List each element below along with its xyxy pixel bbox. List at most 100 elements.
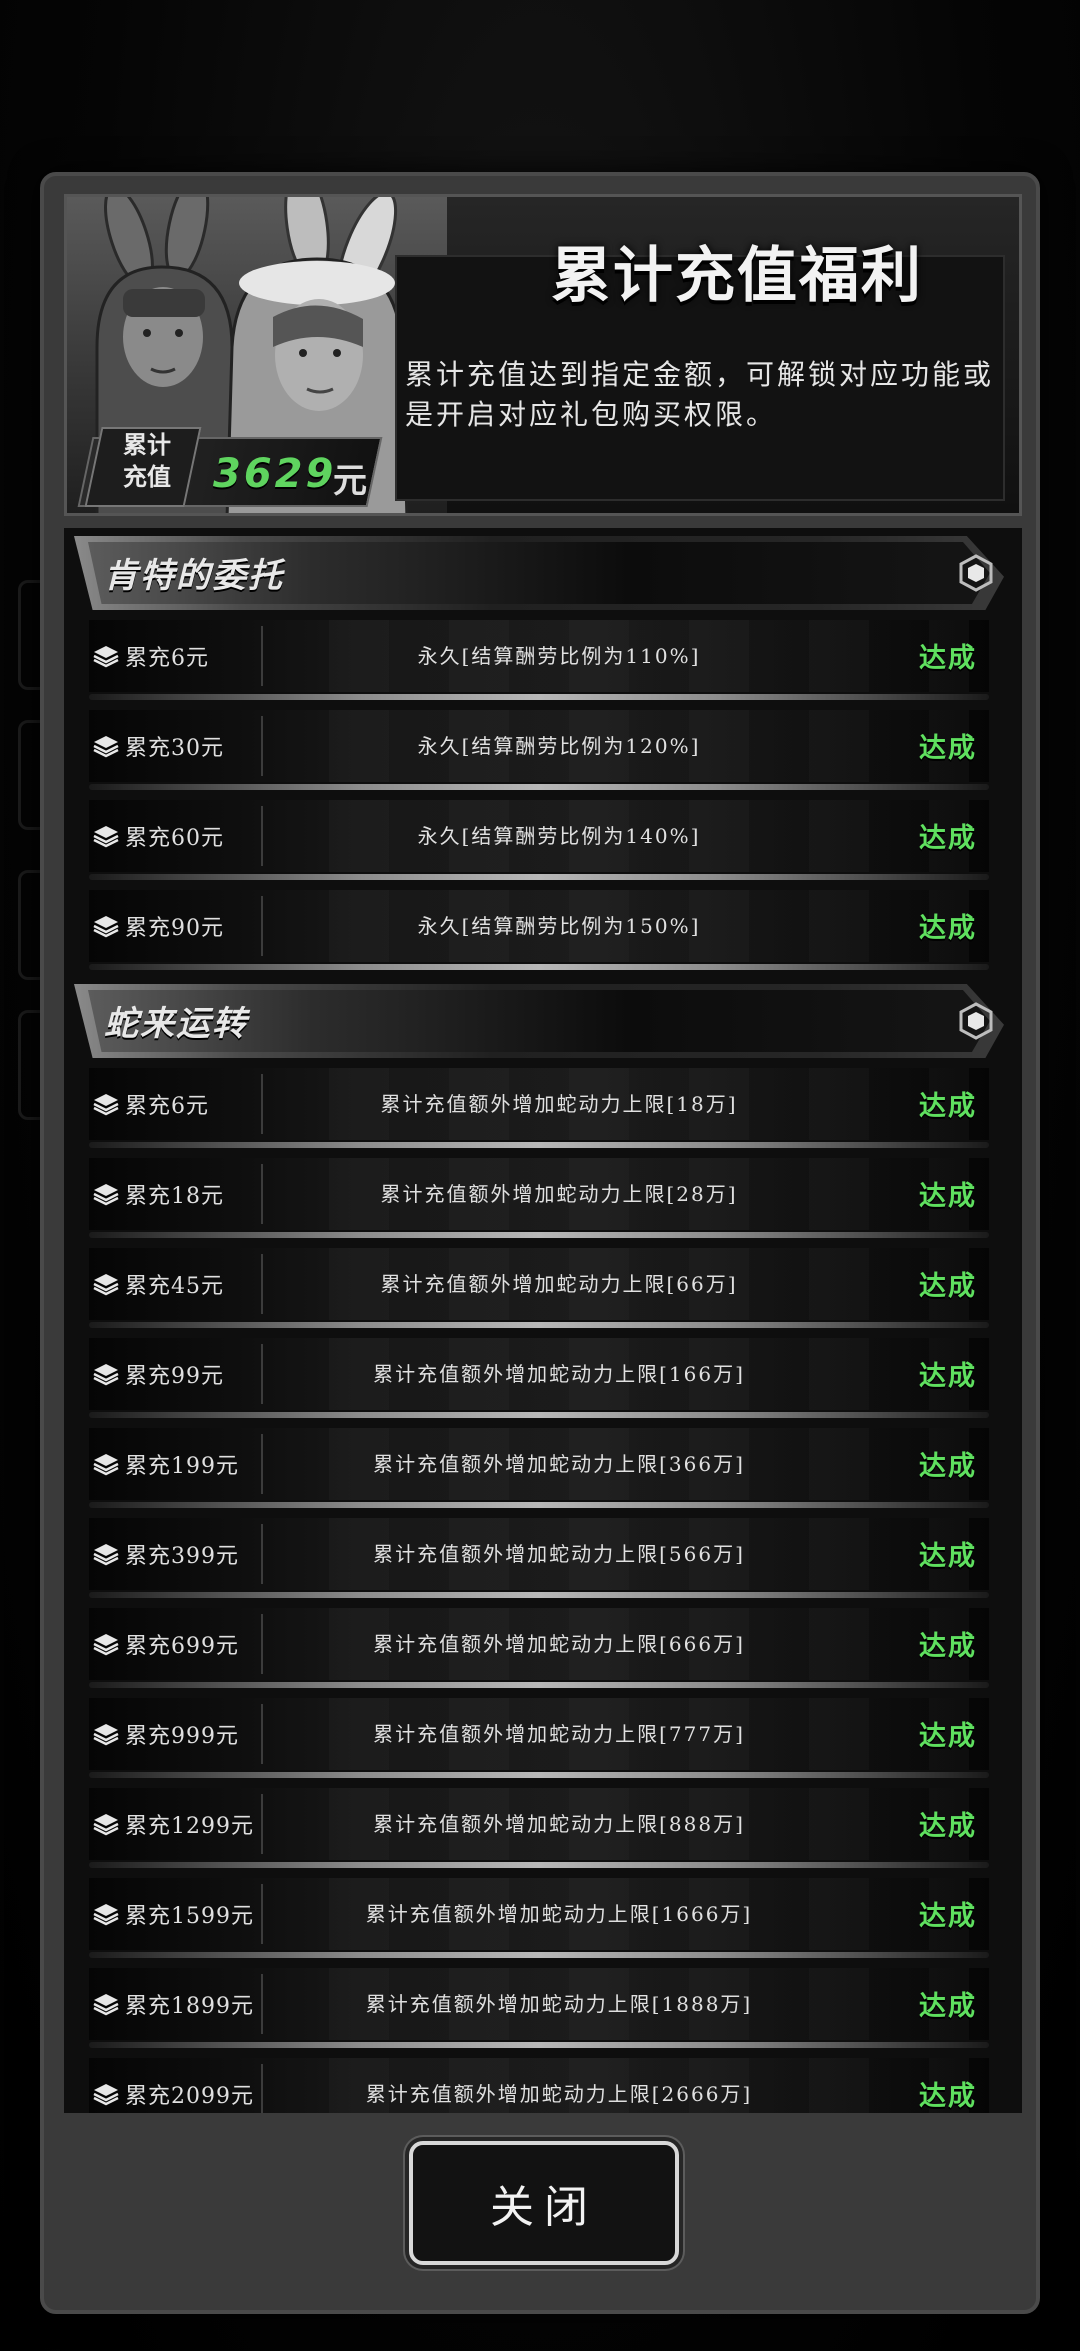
row-tier: 累充1599元	[125, 1904, 254, 1929]
reward-row: 累充90元 永久[结算酬劳比例为150%] 达成	[89, 886, 989, 976]
row-divider	[261, 806, 263, 866]
row-reward: 累计充值额外增加蛇动力上限[366万]	[373, 1452, 745, 1476]
reward-row: 累充199元 累计充值额外增加蛇动力上限[366万] 达成	[89, 1424, 989, 1514]
total-value: 3629	[213, 451, 337, 497]
row-separator	[89, 1502, 989, 1508]
row-tier: 累充45元	[125, 1274, 224, 1299]
row-divider	[261, 1794, 263, 1854]
row-separator	[89, 1592, 989, 1598]
reward-row: 累充45元 累计充值额外增加蛇动力上限[66万] 达成	[89, 1244, 989, 1334]
row-reward: 累计充值额外增加蛇动力上限[66万]	[380, 1272, 738, 1296]
reward-row: 累充399元 累计充值额外增加蛇动力上限[566万] 达成	[89, 1514, 989, 1604]
reward-row: 累充99元 累计充值额外增加蛇动力上限[166万] 达成	[89, 1334, 989, 1424]
page-title: 累计充值福利	[551, 241, 923, 311]
row-tier: 累充6元	[125, 1094, 209, 1119]
row-tier: 累充18元	[125, 1184, 224, 1209]
row-tier: 累充1299元	[125, 1814, 254, 1839]
stack-layers-icon	[93, 1722, 119, 1746]
stack-layers-icon	[93, 734, 119, 758]
stack-layers-icon	[93, 1362, 119, 1386]
stack-layers-icon	[93, 1542, 119, 1566]
reward-row: 累充999元 累计充值额外增加蛇动力上限[777万] 达成	[89, 1694, 989, 1784]
row-tier: 累充90元	[125, 916, 224, 941]
row-separator	[89, 1322, 989, 1328]
row-reward: 累计充值额外增加蛇动力上限[18万]	[380, 1092, 738, 1116]
row-separator	[89, 784, 989, 790]
total-label: 累计 充值	[97, 429, 197, 493]
row-reward: 累计充值额外增加蛇动力上限[1888万]	[365, 1992, 753, 2016]
reward-list[interactable]: 肯特的委托 累充6元 永久[结算酬劳比例为110%] 达成 累充30元 永久[结算酬劳比例…	[64, 528, 1022, 2113]
row-divider	[261, 1344, 263, 1404]
row-tier: 累充699元	[125, 1634, 239, 1659]
row-divider	[261, 2064, 263, 2113]
row-status: 达成	[919, 1181, 977, 1212]
stack-layers-icon	[93, 2082, 119, 2106]
stack-layers-icon	[93, 1992, 119, 2016]
reward-row: 累充2099元 累计充值额外增加蛇动力上限[2666万] 达成	[89, 2054, 989, 2113]
row-tier: 累充2099元	[125, 2084, 254, 2109]
row-tier: 累充399元	[125, 1544, 239, 1569]
row-reward: 累计充值额外增加蛇动力上限[777万]	[373, 1722, 745, 1746]
row-status: 达成	[919, 1721, 977, 1752]
row-divider	[261, 1254, 263, 1314]
row-reward: 累计充值额外增加蛇动力上限[666万]	[373, 1632, 745, 1656]
row-tier: 累充6元	[125, 646, 209, 671]
row-divider	[261, 1524, 263, 1584]
close-button[interactable]: 关闭	[409, 2141, 679, 2265]
stack-layers-icon	[93, 1452, 119, 1476]
row-status: 达成	[919, 1901, 977, 1932]
row-status: 达成	[919, 1271, 977, 1302]
row-status: 达成	[919, 2081, 977, 2112]
section-header: 蛇来运转	[74, 984, 1014, 1058]
stack-layers-icon	[93, 1272, 119, 1296]
reward-row: 累充18元 累计充值额外增加蛇动力上限[28万] 达成	[89, 1154, 989, 1244]
row-status: 达成	[919, 913, 977, 944]
row-divider	[261, 896, 263, 956]
row-divider	[261, 1074, 263, 1134]
section-title: 蛇来运转	[104, 1004, 248, 1044]
stack-layers-icon	[93, 1812, 119, 1836]
row-status: 达成	[919, 823, 977, 854]
row-separator	[89, 694, 989, 700]
row-separator	[89, 874, 989, 880]
total-label-line1: 累计	[123, 431, 171, 459]
section-title: 肯特的委托	[104, 556, 284, 596]
row-status: 达成	[919, 643, 977, 674]
row-divider	[261, 716, 263, 776]
reward-row: 累充30元 永久[结算酬劳比例为120%] 达成	[89, 706, 989, 796]
row-divider	[261, 1434, 263, 1494]
total-label-line2: 充值	[123, 463, 171, 491]
row-status: 达成	[919, 1541, 977, 1572]
header-description: 累计充值达到指定金额，可解锁对应功能或是开启对应礼包购买权限。	[405, 358, 995, 431]
row-reward: 累计充值额外增加蛇动力上限[2666万]	[365, 2082, 753, 2106]
stack-layers-icon	[93, 824, 119, 848]
hexagon-icon[interactable]	[958, 554, 994, 592]
row-status: 达成	[919, 1451, 977, 1482]
reward-row: 累充1599元 累计充值额外增加蛇动力上限[1666万] 达成	[89, 1874, 989, 1964]
stack-layers-icon	[93, 644, 119, 668]
row-tier: 累充60元	[125, 826, 224, 851]
close-button-label: 关闭	[490, 2182, 598, 2233]
row-reward: 累计充值额外增加蛇动力上限[566万]	[373, 1542, 745, 1566]
row-separator	[89, 2042, 989, 2048]
row-status: 达成	[919, 1091, 977, 1122]
row-status: 达成	[919, 1361, 977, 1392]
stack-layers-icon	[93, 1182, 119, 1206]
row-divider	[261, 1704, 263, 1764]
row-status: 达成	[919, 1991, 977, 2022]
reward-row: 累充1899元 累计充值额外增加蛇动力上限[1888万] 达成	[89, 1964, 989, 2054]
hexagon-icon[interactable]	[958, 1002, 994, 1040]
row-status: 达成	[919, 733, 977, 764]
reward-row: 累充1299元 累计充值额外增加蛇动力上限[888万] 达成	[89, 1784, 989, 1874]
row-separator	[89, 1412, 989, 1418]
row-reward: 永久[结算酬劳比例为150%]	[417, 914, 701, 938]
row-separator	[89, 964, 989, 970]
reward-row: 累充699元 累计充值额外增加蛇动力上限[666万] 达成	[89, 1604, 989, 1694]
row-status: 达成	[919, 1811, 977, 1842]
row-reward: 永久[结算酬劳比例为140%]	[417, 824, 701, 848]
row-tier: 累充199元	[125, 1454, 239, 1479]
row-reward: 累计充值额外增加蛇动力上限[28万]	[380, 1182, 738, 1206]
row-tier: 累充99元	[125, 1364, 224, 1389]
row-reward: 永久[结算酬劳比例为120%]	[417, 734, 701, 758]
row-divider	[261, 1974, 263, 2034]
